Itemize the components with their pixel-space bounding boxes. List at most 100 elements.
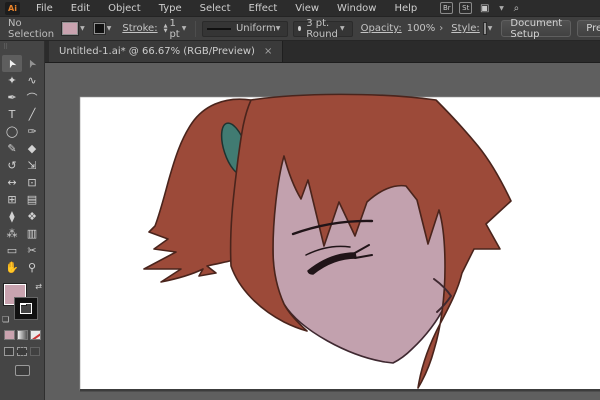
blend-tool[interactable]: ❖ (22, 208, 42, 225)
variable-width-profile-dropdown[interactable]: Uniform ▼ (202, 20, 289, 37)
opacity-value[interactable]: 100% (407, 23, 436, 34)
screen-mode-button[interactable] (14, 365, 30, 376)
blob-brush-tool-icon: ◆ (27, 142, 37, 155)
symbol-sprayer-tool[interactable]: ⁂ (2, 225, 22, 242)
menu-type[interactable]: Type (150, 0, 191, 17)
chevron-down-icon[interactable]: ▼ (488, 25, 493, 32)
preferences-button[interactable]: Preferences (577, 20, 600, 37)
draw-inside-button[interactable] (30, 347, 40, 356)
menu-object[interactable]: Object (99, 0, 150, 17)
search-icon[interactable]: ⌕ (510, 2, 523, 14)
canvas-pasteboard[interactable] (45, 63, 600, 400)
lasso-tool[interactable]: ∿ (22, 72, 42, 89)
gradient-button[interactable] (16, 330, 28, 340)
menu-help[interactable]: Help (385, 0, 426, 17)
pencil-tool-icon: ✎ (7, 142, 17, 155)
style-panel-link[interactable]: Style: (451, 23, 480, 34)
menu-window[interactable]: Window (328, 0, 385, 17)
opacity-panel-link[interactable]: Opacity: (361, 23, 402, 34)
menu-effect[interactable]: Effect (240, 0, 287, 17)
chevron-down-icon: ▼ (339, 25, 345, 32)
pencil-tool[interactable]: ✎ (2, 140, 22, 157)
document-tab[interactable]: Untitled-1.ai* @ 66.67% (RGB/Preview) × (49, 41, 284, 62)
type-tool[interactable]: T (2, 106, 22, 123)
style-swatch[interactable] (482, 22, 487, 35)
line-segment-tool-icon: ╱ (28, 108, 36, 121)
tab-close-icon[interactable]: × (264, 46, 272, 57)
rotate-tool-icon: ↺ (7, 159, 17, 172)
slice-tool-icon: ✂ (27, 244, 37, 257)
artboard-tool[interactable]: ▭ (2, 242, 22, 259)
default-fill-stroke-icon[interactable]: ❏ (2, 315, 9, 324)
blob-brush-tool[interactable]: ◆ (22, 140, 42, 157)
drawing-mode-buttons (4, 347, 40, 356)
bridge-icon[interactable]: Br (440, 2, 454, 14)
stroke-swatch[interactable] (92, 22, 106, 35)
gradient-tool-icon: ▤ (26, 193, 38, 206)
hand-tool[interactable]: ✋ (2, 259, 22, 276)
ellipse-tool-icon: ◯ (5, 125, 19, 138)
stroke-profile-preview (207, 27, 231, 30)
fill-color-control[interactable]: ▼ (61, 21, 88, 36)
fill-swatch[interactable] (61, 21, 80, 36)
gradient-tool[interactable]: ▤ (22, 191, 42, 208)
direct-selection-tool[interactable]: ➤ (22, 55, 42, 72)
stroke-width-stepper[interactable]: ▲ ▼ (164, 23, 168, 34)
illustrator-window: Ai File Edit Object Type Select Effect View Win… (0, 0, 600, 400)
magic-wand-tool[interactable]: ✦ (2, 72, 22, 89)
panel-grip[interactable]: ⠿ (0, 41, 44, 55)
selection-tool[interactable]: ➤ (2, 55, 22, 72)
menu-view[interactable]: View (286, 0, 328, 17)
chevron-right-icon[interactable]: › (439, 23, 443, 34)
curvature-tool[interactable]: ⌒ (22, 89, 42, 106)
document-area: Untitled-1.ai* @ 66.67% (RGB/Preview) × (45, 41, 600, 400)
line-segment-tool[interactable]: ╱ (22, 106, 42, 123)
magic-wand-tool-icon: ✦ (7, 74, 17, 87)
blend-tool-icon: ❖ (27, 210, 37, 223)
free-transform-tool-icon: ⊡ (27, 176, 37, 189)
swap-fill-stroke-icon[interactable]: ⇄ (35, 282, 42, 291)
paint-style-buttons (3, 330, 41, 340)
stroke-color-box[interactable] (15, 298, 37, 319)
fill-stroke-indicator: ⇄ ❏ (2, 282, 42, 324)
brush-definition-dropdown[interactable]: 3 pt. Round ▼ (293, 18, 353, 40)
draw-behind-button[interactable] (17, 347, 27, 356)
menu-edit[interactable]: Edit (62, 0, 99, 17)
workspace-switcher-icon[interactable]: ▣ (478, 2, 491, 14)
pen-tool-icon: ✒ (7, 91, 17, 104)
free-transform-tool[interactable]: ⊡ (22, 174, 42, 191)
none-button[interactable] (29, 330, 41, 340)
scale-tool[interactable]: ⇲ (22, 157, 42, 174)
menu-file[interactable]: File (27, 0, 62, 17)
color-button[interactable] (3, 330, 15, 340)
paintbrush-tool[interactable]: ✑ (22, 123, 42, 140)
width-tool[interactable]: ↔ (2, 174, 22, 191)
ellipse-tool[interactable]: ◯ (2, 123, 22, 140)
menubar-app-icons: Br St ▣ ▼ ⌕ (440, 2, 523, 14)
mesh-tool[interactable]: ⊞ (2, 191, 22, 208)
menu-select[interactable]: Select (191, 0, 240, 17)
stroke-color-control[interactable]: ▼ (92, 22, 115, 35)
pen-tool[interactable]: ✒ (2, 89, 22, 106)
selection-status: No Selection (8, 17, 55, 40)
draw-normal-button[interactable] (4, 347, 14, 356)
chevron-down-icon[interactable]: ▼ (182, 25, 187, 32)
zoom-tool-icon: ⚲ (27, 261, 37, 274)
eyedropper-tool-icon: ⧫ (9, 210, 15, 223)
column-graph-tool[interactable]: ▥ (22, 225, 42, 242)
rotate-tool[interactable]: ↺ (2, 157, 22, 174)
menu-bar: Ai File Edit Object Type Select Effect View Win… (0, 0, 600, 17)
eyedropper-tool[interactable]: ⧫ (2, 208, 22, 225)
chevron-down-icon[interactable]: ▼ (80, 25, 85, 32)
stock-icon[interactable]: St (459, 2, 473, 14)
document-setup-button[interactable]: Document Setup (501, 18, 572, 40)
stroke-panel-link[interactable]: Stroke: (122, 23, 157, 34)
selection-tool-icon: ➤ (4, 56, 20, 71)
type-tool-icon: T (8, 108, 16, 121)
artboard-svg[interactable] (45, 63, 600, 400)
zoom-tool[interactable]: ⚲ (22, 259, 42, 276)
chevron-down-icon[interactable]: ▼ (107, 25, 112, 32)
slice-tool[interactable]: ✂ (22, 242, 42, 259)
stroke-width-value[interactable]: 1 pt (169, 18, 179, 40)
column-graph-tool-icon: ▥ (26, 227, 38, 240)
